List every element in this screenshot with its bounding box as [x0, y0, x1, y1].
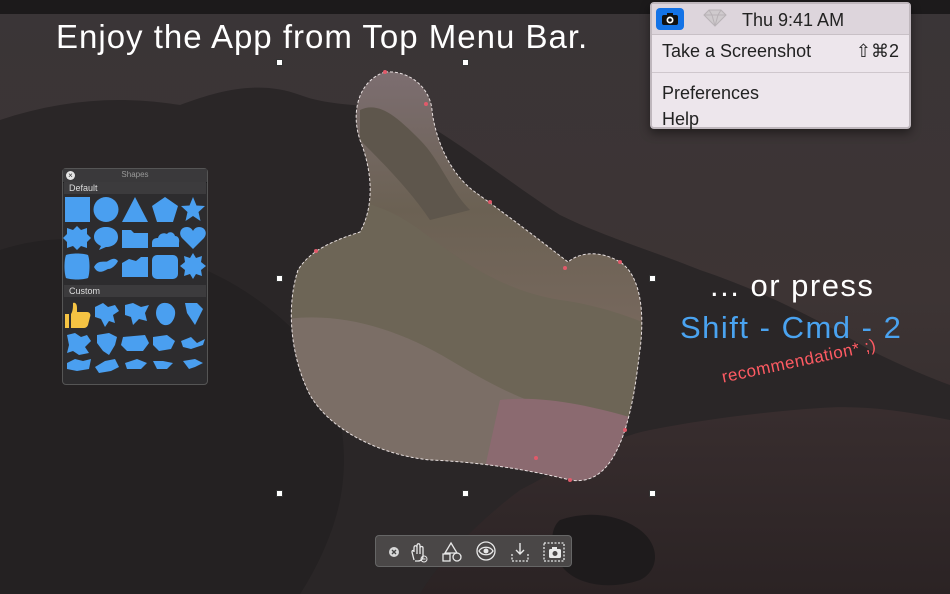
- shapes-icon[interactable]: [440, 540, 464, 564]
- cloud-shape-icon: [152, 232, 180, 247]
- shortcut-label: ⇧⌘2: [855, 41, 899, 61]
- resize-handle[interactable]: [649, 275, 656, 282]
- menu-item-take-screenshot[interactable]: Take a Screenshot: [662, 41, 811, 62]
- heart-shape-icon: [180, 227, 206, 249]
- pentagon-shape-icon: [152, 197, 178, 222]
- badge-shape-icon: [64, 253, 90, 280]
- resize-handle[interactable]: [276, 490, 283, 497]
- rounded-square-shape-icon: [152, 255, 178, 279]
- map-region-icon: [97, 333, 117, 355]
- menu-bar-header: Thu 9:41 AM: [652, 4, 909, 35]
- map-region-icon: [181, 337, 205, 349]
- resize-handle[interactable]: [276, 275, 283, 282]
- section-default: Default: [64, 182, 206, 194]
- section-custom: Custom: [64, 285, 206, 297]
- save-download-icon[interactable]: [508, 540, 532, 564]
- headline: Enjoy the App from Top Menu Bar.: [56, 18, 589, 55]
- press-text: ... or press: [710, 268, 875, 303]
- star-shape-icon: [181, 197, 205, 221]
- menu-divider: [652, 72, 909, 73]
- speech-bubble-shape-icon: [94, 227, 118, 250]
- map-region-icon: [95, 359, 119, 373]
- map-region-icon: [125, 359, 147, 369]
- burst-shape-icon: [180, 253, 206, 279]
- panel-titlebar[interactable]: × Shapes: [63, 169, 207, 183]
- resize-handle[interactable]: [649, 490, 656, 497]
- ribbon-shape-icon: [122, 257, 148, 277]
- close-icon[interactable]: [382, 540, 406, 564]
- resize-handle[interactable]: [462, 59, 469, 66]
- resize-handle[interactable]: [462, 490, 469, 497]
- camera-capture-icon[interactable]: [542, 540, 566, 564]
- panel-title: Shapes: [121, 170, 149, 179]
- map-region-icon: [125, 303, 149, 325]
- menu-item-help[interactable]: Help: [662, 109, 699, 130]
- menu-dropdown: Thu 9:41 AM Take a Screenshot ⇧⌘2 Prefer…: [650, 2, 911, 129]
- diamond-icon[interactable]: [702, 9, 728, 32]
- map-region-icon: [67, 333, 91, 355]
- default-shapes-grid[interactable]: [63, 195, 209, 285]
- triangle-shape-icon: [122, 197, 148, 222]
- map-region-icon: [153, 335, 175, 351]
- folder-shape-icon: [122, 230, 148, 248]
- candy-shape-icon: [94, 258, 118, 272]
- resize-handle[interactable]: [276, 59, 283, 66]
- capture-toolbar: [375, 535, 572, 567]
- app-camera-icon[interactable]: [656, 8, 684, 30]
- map-region-icon: [185, 303, 203, 325]
- menu-clock: Thu 9:41 AM: [742, 10, 845, 30]
- map-region-icon: [67, 359, 91, 371]
- map-region-icon: [153, 361, 173, 369]
- square-shape-icon: [65, 197, 90, 222]
- shapes-panel: × Shapes Default Custom: [62, 168, 208, 385]
- map-region-icon: [95, 303, 119, 327]
- eye-icon[interactable]: [474, 540, 498, 564]
- map-region-icon: [156, 302, 176, 326]
- hand-gesture-icon[interactable]: [406, 540, 430, 564]
- custom-shapes-grid[interactable]: [63, 297, 209, 383]
- map-region-icon: [121, 335, 149, 351]
- menu-item-preferences[interactable]: Preferences: [662, 83, 759, 104]
- thumbs-up-shape-icon: [65, 302, 91, 328]
- circle-shape-icon: [93, 197, 119, 222]
- seal-shape-icon: [63, 226, 91, 250]
- map-region-icon: [183, 359, 203, 369]
